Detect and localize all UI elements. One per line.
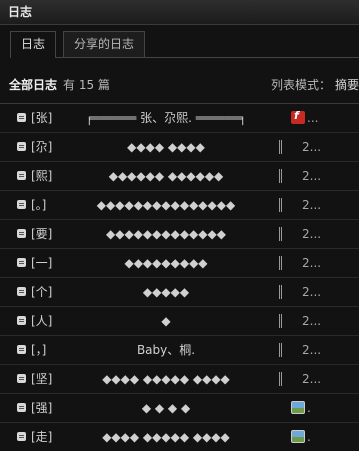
diary-title-deco: ◆ [161, 314, 171, 328]
list-mode-label: 列表模式： [270, 78, 331, 92]
divider [279, 256, 280, 270]
diary-title-deco: ◆◆◆◆◆◆◆◆◆◆◆◆◆◆◆ [96, 198, 236, 212]
diary-title[interactable]: [强] ◆ ◆ ◆ ◆ [31, 399, 281, 417]
diary-title-char: [。] [31, 198, 47, 212]
document-icon [17, 142, 26, 151]
list-mode: 列表模式： 摘要 [271, 76, 359, 93]
flash-icon [291, 109, 305, 124]
document-icon [17, 345, 26, 354]
list-item[interactable]: [个] ◆◆◆◆◆ 2... [0, 277, 359, 306]
diary-date: 2... [302, 343, 322, 357]
diary-title-deco: Baby、桐. [136, 343, 196, 357]
diary-date: 2... [302, 314, 322, 328]
diary-date: 2... [302, 285, 322, 299]
window-title: 日志 [0, 0, 359, 25]
list-item[interactable]: [要] ◆◆◆◆◆◆◆◆◆◆◆◆◆ 2... [0, 219, 359, 248]
document-icon [17, 287, 26, 296]
list-item[interactable]: [尕] ◆◆◆◆ ◆◆◆◆ 2... [0, 132, 359, 161]
diary-title-deco: ◆◆◆◆◆◆◆◆◆◆◆◆◆ [106, 227, 226, 241]
list-item[interactable]: [坚] ◆◆◆◆ ◆◆◆◆◆ ◆◆◆◆ 2... [0, 364, 359, 393]
list-item[interactable]: [人] ◆ 2... [0, 306, 359, 335]
list-item[interactable]: [，] Baby、桐. 2... [0, 335, 359, 364]
diary-date: 2... [302, 140, 322, 154]
diary-date: 2... [302, 227, 322, 241]
summary-bar: 全部日志有 15 篇 列表模式： 摘要 [9, 76, 359, 94]
diary-list: [张] ╒══════ 张、尕熙. ══════╕... [尕] ◆◆◆◆ ◆◆◆◆ 2… [0, 103, 359, 451]
tab-shared-diary[interactable]: 分享的日志 [63, 31, 146, 57]
divider [279, 198, 280, 212]
diary-title-char: [熙] [31, 169, 53, 183]
diary-title-char: [强] [31, 401, 53, 415]
image-thumbnail-icon [291, 430, 305, 443]
list-item[interactable]: [熙] ◆◆◆◆◆◆ ◆◆◆◆◆◆ 2... [0, 161, 359, 190]
document-icon [17, 258, 26, 267]
list-item[interactable]: [。] ◆◆◆◆◆◆◆◆◆◆◆◆◆◆◆ 2... [0, 190, 359, 219]
diary-title[interactable]: [人] ◆ [31, 312, 281, 330]
diary-date: 2... [302, 198, 322, 212]
list-mode-value[interactable]: 摘要 [335, 78, 359, 92]
diary-title-deco: ◆◆◆◆◆◆ ◆◆◆◆◆◆ [108, 169, 224, 183]
diary-title-deco: ◆ ◆ ◆ ◆ [141, 401, 191, 415]
document-icon [17, 229, 26, 238]
diary-title-char: [张] [31, 111, 53, 125]
diary-date: ... [307, 111, 319, 125]
divider [279, 227, 280, 241]
divider [279, 140, 280, 154]
diary-date: 2... [302, 256, 322, 270]
diary-date: 2... [302, 169, 322, 183]
diary-title-char: [一] [31, 256, 53, 270]
document-icon [17, 316, 26, 325]
diary-title-deco: ◆◆◆◆ ◆◆◆◆◆ ◆◆◆◆ [102, 372, 230, 386]
list-item[interactable]: [一] ◆◆◆◆◆◆◆◆◆ 2... [0, 248, 359, 277]
document-icon [17, 200, 26, 209]
diary-title[interactable]: [张] ╒══════ 张、尕熙. ══════╕ [31, 109, 281, 127]
divider [279, 285, 280, 299]
diary-title-deco: ◆◆◆◆◆◆◆◆◆ [124, 256, 208, 270]
diary-title[interactable]: [走] ◆◆◆◆ ◆◆◆◆◆ ◆◆◆◆ [31, 428, 281, 446]
diary-title-deco: ◆◆◆◆ ◆◆◆◆◆ ◆◆◆◆ [102, 430, 230, 444]
diary-title[interactable]: [坚] ◆◆◆◆ ◆◆◆◆◆ ◆◆◆◆ [31, 370, 281, 388]
divider [279, 372, 280, 386]
tab-diary[interactable]: 日志 [10, 31, 57, 58]
list-item[interactable]: [强] ◆ ◆ ◆ ◆. [0, 393, 359, 422]
diary-title-deco: ╒══════ 张、尕熙. ══════╕ [85, 111, 247, 125]
diary-title[interactable]: [要] ◆◆◆◆◆◆◆◆◆◆◆◆◆ [31, 225, 281, 243]
document-icon [17, 403, 26, 412]
diary-title-char: [要] [31, 227, 53, 241]
all-diary-label: 全部日志 [9, 78, 58, 92]
diary-title-deco: ◆◆◆◆◆ [142, 285, 190, 299]
diary-title-char: [尕] [31, 140, 53, 154]
diary-title-char: [走] [31, 430, 53, 444]
diary-title-deco: ◆◆◆◆ ◆◆◆◆ [127, 140, 205, 154]
document-icon [17, 113, 26, 122]
image-thumbnail-icon [291, 401, 305, 414]
diary-title[interactable]: [个] ◆◆◆◆◆ [31, 283, 281, 301]
diary-date: . [307, 430, 311, 444]
diary-title-char: [坚] [31, 372, 53, 386]
diary-date: . [307, 401, 311, 415]
divider [279, 343, 280, 357]
diary-title[interactable]: [尕] ◆◆◆◆ ◆◆◆◆ [31, 138, 281, 156]
diary-title-char: [，] [31, 343, 47, 357]
divider [279, 314, 280, 328]
diary-count: 有 15 篇 [63, 78, 110, 92]
diary-title[interactable]: [，] Baby、桐. [31, 341, 281, 359]
list-item[interactable]: [走] ◆◆◆◆ ◆◆◆◆◆ ◆◆◆◆. [0, 422, 359, 451]
document-icon [17, 374, 26, 383]
document-icon [17, 171, 26, 180]
diary-date: 2... [302, 372, 322, 386]
diary-title-char: [个] [31, 285, 53, 299]
divider [279, 169, 280, 183]
diary-title[interactable]: [一] ◆◆◆◆◆◆◆◆◆ [31, 254, 281, 272]
diary-title[interactable]: [。] ◆◆◆◆◆◆◆◆◆◆◆◆◆◆◆ [31, 196, 281, 214]
diary-title[interactable]: [熙] ◆◆◆◆◆◆ ◆◆◆◆◆◆ [31, 167, 281, 185]
list-item[interactable]: [张] ╒══════ 张、尕熙. ══════╕... [0, 103, 359, 132]
diary-title-char: [人] [31, 314, 53, 328]
tab-bar: 日志 分享的日志 [10, 31, 359, 58]
